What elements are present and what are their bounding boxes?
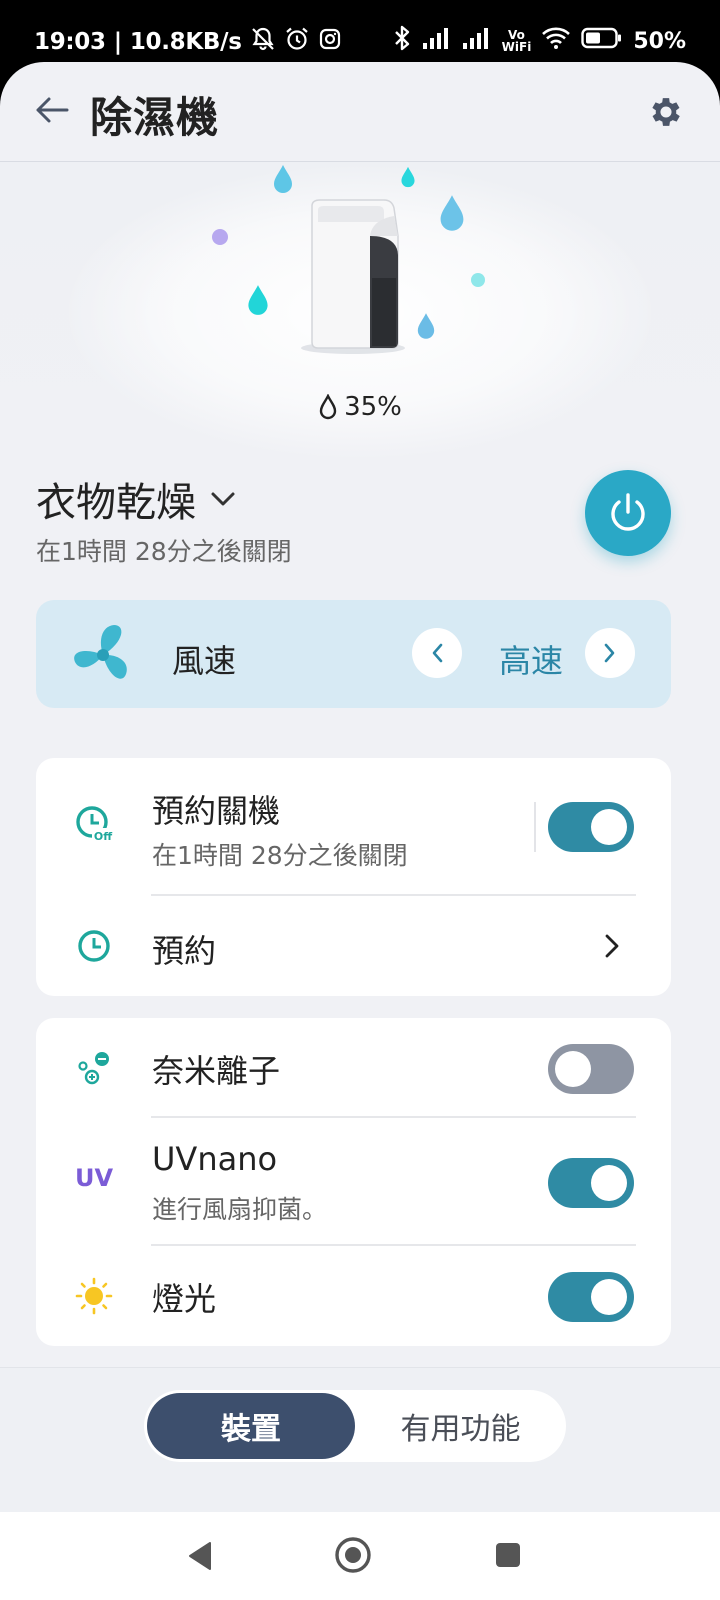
nav-home-icon[interactable] [334,1536,372,1574]
chevron-right-icon [605,934,619,958]
humidity-readout: 35% [0,392,720,422]
uvnano-toggle[interactable] [548,1158,634,1208]
vowifi-bottom-label: WiFi [501,40,532,54]
toggle-knob [591,1165,627,1201]
gear-icon [652,98,680,126]
nav-recents-icon[interactable] [494,1541,522,1569]
chevron-left-icon [432,643,443,663]
nano-ion-title: 奈米離子 [152,1052,281,1090]
power-icon [611,493,645,531]
purple-dot-icon [212,229,228,245]
water-drop-icon [440,195,464,231]
water-drop-icon [274,165,292,193]
chevron-down-icon [211,492,235,506]
fan-speed-label: 風速 [172,642,237,680]
status-right: Vo WiFi 50% [392,24,686,58]
ion-icon [78,1052,109,1085]
settings-button[interactable] [644,90,688,134]
light-title: 燈光 [152,1280,217,1318]
mode-subtitle: 在1時間 28分之後關閉 [36,537,292,566]
droplet-icon [319,394,337,420]
tab-switcher: 裝置 有用功能 [144,1390,566,1462]
water-drop-icon [401,166,415,188]
device-hero: 35% [0,162,720,462]
wifi-icon [541,26,571,56]
chevron-right-icon [604,643,615,663]
auto-off-title: 預約關機 [152,792,281,830]
timer-off-icon: Off [76,806,114,843]
list-item-auto-off: Off 預約關機 在1時間 28分之後關閉 [36,758,671,876]
teal-dot-icon [471,273,485,287]
power-button[interactable] [585,470,671,556]
light-toggle[interactable] [548,1272,634,1322]
timer-icon [78,930,110,962]
arrow-left-icon [36,97,69,123]
signal-icon [462,26,492,56]
muted-bell-icon [250,26,276,58]
toggle-knob [555,1051,591,1087]
app-bar: 除濕機 [0,62,720,162]
auto-off-subtitle: 在1時間 28分之後關閉 [152,841,408,870]
humidity-value: 35% [344,392,402,422]
mode-selector[interactable]: 衣物乾燥 [36,470,236,528]
app-screen: 除濕機 35% 衣物乾燥 在1時間 28分之後關閉 風速 高速 Off 預約關機… [0,62,720,1512]
svg-text:Off: Off [94,830,112,843]
toggle-knob [591,809,627,845]
fan-speed-card: 風速 高速 [36,600,671,708]
page-title: 除濕機 [90,93,220,142]
list-item-schedule[interactable]: 預約 [36,896,671,996]
signal-icon [422,26,452,56]
auto-off-toggle[interactable] [548,802,634,852]
fan-speed-increase-button[interactable] [585,628,635,678]
light-icon [75,1277,113,1315]
bottom-tab-area: 裝置 有用功能 [0,1367,720,1512]
system-nav-bar [0,1512,720,1600]
uv-icon: UV [74,1164,114,1192]
back-button[interactable] [32,90,72,130]
dehumidifier-image [301,199,405,354]
instagram-icon [318,27,342,57]
list-item-uvnano: UV UVnano 進行風扇抑菌。 [36,1118,671,1244]
list-item-light: 燈光 [36,1246,671,1346]
battery-percent: 50% [633,28,686,54]
fan-icon [74,625,127,679]
uvnano-subtitle: 進行風扇抑菌。 [152,1195,328,1224]
features-card: 奈米離子 UV UVnano 進行風扇抑菌。 燈光 [36,1018,671,1346]
mode-name: 衣物乾燥 [36,480,196,526]
vertical-divider [534,802,536,852]
toggle-knob [591,1279,627,1315]
uvnano-title: UVnano [152,1140,278,1178]
alarm-icon [284,26,310,58]
schedule-card: Off 預約關機 在1時間 28分之後關閉 預約 [36,758,671,996]
vowifi-icon: Vo WiFi [502,29,532,53]
nano-ion-toggle[interactable] [548,1044,634,1094]
schedule-title: 預約 [152,932,217,970]
status-separator: | [113,29,122,55]
nav-back-icon[interactable] [186,1540,214,1572]
fan-speed-value: 高速 [498,642,563,680]
status-time: 19:03 [34,29,106,55]
list-item-nano-ion: 奈米離子 [36,1018,671,1118]
fan-speed-decrease-button[interactable] [412,628,462,678]
tab-device[interactable]: 裝置 [147,1393,355,1459]
status-net-speed: 10.8KB/s [129,29,242,55]
water-drop-icon [248,285,268,315]
water-drop-icon [417,313,435,339]
tab-useful-features[interactable]: 有用功能 [358,1393,563,1459]
status-left: 19:03 | 10.8KB/s [34,26,342,58]
bluetooth-icon [392,24,412,58]
battery-icon [581,27,623,55]
